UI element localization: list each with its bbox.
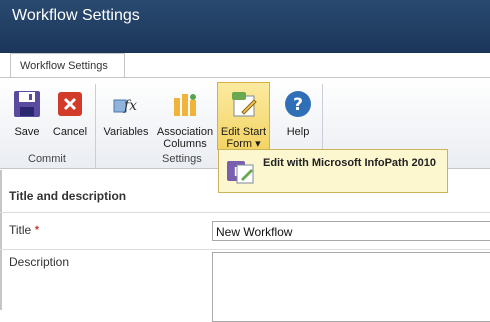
form-edit-icon xyxy=(231,92,257,117)
tab-workflow-settings[interactable]: Workflow Settings xyxy=(10,53,125,78)
variables-button[interactable]: fx Variables xyxy=(100,88,152,138)
floppy-disk-icon xyxy=(14,91,40,117)
columns-icon xyxy=(174,94,196,116)
edit-start-form-menu: I Edit with Microsoft InfoPath 2010 xyxy=(218,149,448,193)
variables-label: Variables xyxy=(103,126,149,138)
association-label-1: Association xyxy=(156,126,214,138)
section-title: Title and description xyxy=(9,189,127,203)
edit-start-label-1: Edit Start xyxy=(220,126,267,138)
help-question-icon: ? xyxy=(285,91,311,117)
save-label: Save xyxy=(14,126,40,138)
svg-text:?: ? xyxy=(293,95,303,115)
cancel-label: Cancel xyxy=(52,126,88,138)
title-input-value: New Workflow xyxy=(216,225,293,239)
help-label: Help xyxy=(286,126,310,138)
association-label-2: Columns xyxy=(163,138,207,150)
window-title: Workflow Settings xyxy=(12,7,140,24)
cancel-button[interactable]: Cancel xyxy=(50,88,90,138)
group-label-commit: Commit xyxy=(28,153,66,165)
window-titlebar: Workflow Settings xyxy=(0,0,490,53)
association-columns-button[interactable]: Association Columns xyxy=(154,88,216,150)
tab-label: Workflow Settings xyxy=(20,60,108,72)
edit-start-form-button[interactable]: Edit Start Form ▾ xyxy=(217,82,270,150)
divider xyxy=(0,212,490,213)
description-label: Description xyxy=(9,255,70,269)
title-label-text: Title xyxy=(9,223,32,237)
help-button[interactable]: ? Help xyxy=(281,88,315,138)
content-left-border xyxy=(0,170,2,310)
divider xyxy=(0,249,490,250)
save-button[interactable]: Save xyxy=(8,88,46,138)
cancel-x-icon xyxy=(58,92,82,116)
infopath-icon: I xyxy=(227,161,254,184)
title-input[interactable]: New Workflow xyxy=(212,221,490,241)
svg-text:fx: fx xyxy=(123,98,137,114)
group-label-settings: Settings xyxy=(162,153,202,165)
group-separator xyxy=(95,84,96,168)
description-textarea[interactable] xyxy=(212,252,490,322)
required-mark: * xyxy=(34,223,40,237)
title-label: Title * xyxy=(9,223,39,237)
menu-item-edit-infopath[interactable]: Edit with Microsoft InfoPath 2010 xyxy=(263,157,436,169)
variables-fx-icon: fx xyxy=(113,98,137,114)
